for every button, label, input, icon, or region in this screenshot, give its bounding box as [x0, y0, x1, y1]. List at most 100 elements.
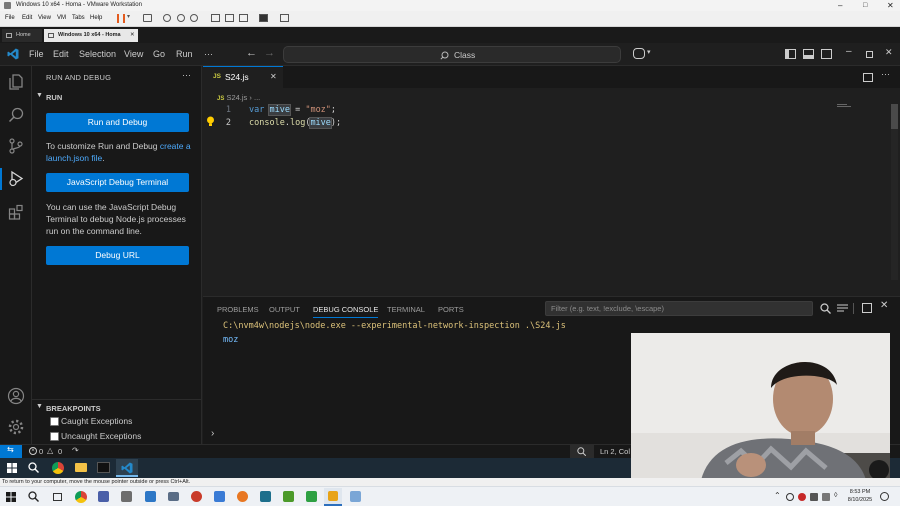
debug-url-button[interactable]: Debug URL [46, 246, 189, 265]
breadcrumb-file[interactable]: S24.js [226, 93, 247, 102]
scrollbar-thumb[interactable] [891, 104, 898, 129]
breadcrumb-symbol[interactable]: ... [254, 93, 260, 102]
more-actions-icon[interactable]: ··· [881, 69, 890, 79]
chrome-icon[interactable] [75, 491, 87, 503]
app-icon[interactable] [191, 491, 202, 502]
copilot-icon[interactable] [633, 48, 645, 59]
panel-tab[interactable]: PORTS [438, 305, 464, 314]
minimize-icon[interactable]: – [838, 0, 842, 11]
app-icon[interactable] [306, 491, 317, 502]
search-icon[interactable] [28, 491, 39, 502]
forward-arrow-icon[interactable]: → [264, 47, 275, 59]
explorer-icon[interactable] [8, 74, 24, 90]
manage-gear-icon[interactable] [7, 418, 25, 436]
split-editor-icon[interactable] [863, 73, 873, 82]
thumbnail-icon[interactable] [225, 14, 234, 22]
chevron-down-icon[interactable]: ▼ [36, 92, 43, 99]
menu-item[interactable]: Go [153, 49, 165, 59]
maximize-icon[interactable]: □ [863, 0, 867, 11]
vmware-menu-item[interactable]: View [38, 15, 51, 21]
panel-tab[interactable]: PROBLEMS [217, 305, 259, 314]
app-icon[interactable] [260, 491, 271, 502]
vmware-menu-item[interactable]: Tabs [72, 15, 85, 21]
restore-icon[interactable] [866, 51, 873, 58]
wifi-icon[interactable]: ◊ [834, 492, 837, 499]
checkbox[interactable] [50, 432, 59, 441]
editor-scrollbar[interactable] [891, 104, 898, 280]
code-line[interactable]: 1 var mive = "moz"; [203, 104, 833, 118]
app-icon[interactable] [237, 491, 248, 502]
manage-snapshots-icon[interactable] [190, 14, 198, 22]
debug-icon[interactable]: ↷ [72, 446, 79, 455]
app-icon[interactable] [145, 491, 156, 502]
filter-search-icon[interactable] [820, 303, 831, 314]
vmware-menu-item[interactable]: Help [90, 15, 102, 21]
maximize-panel-icon[interactable] [862, 303, 872, 313]
file-explorer-icon[interactable] [75, 463, 87, 472]
copilot-dropdown-icon[interactable]: ▾ [647, 48, 651, 56]
full-screen-icon[interactable] [239, 14, 248, 22]
code-line[interactable]: 2 console.log(mive); [203, 117, 833, 131]
vmware-taskbar-item[interactable] [324, 488, 342, 506]
tray-icon[interactable] [786, 493, 794, 501]
dropdown-arrow-icon[interactable]: ▾ [127, 13, 130, 20]
back-arrow-icon[interactable]: ← [246, 47, 257, 59]
terminal-icon[interactable] [97, 462, 110, 473]
error-count[interactable]: 0 [39, 447, 43, 456]
cursor-position[interactable]: Ln 2, Col [600, 447, 630, 456]
menu-item[interactable]: Selection [79, 49, 116, 59]
warning-count[interactable]: 0 [58, 447, 62, 456]
panel-tab[interactable]: OUTPUT [269, 305, 300, 314]
tray-icon[interactable] [822, 493, 830, 501]
close-panel-icon[interactable]: ✕ [880, 300, 888, 311]
pause-icon[interactable] [117, 14, 125, 23]
run-section-header[interactable]: RUN [46, 93, 62, 102]
run-and-debug-icon[interactable] [8, 170, 25, 187]
checkbox[interactable] [50, 417, 59, 426]
menu-item[interactable]: Run [176, 49, 193, 59]
vmware-menu-item[interactable]: Edit [22, 15, 32, 21]
zoom-indicator[interactable] [570, 445, 594, 458]
revert-snapshot-icon[interactable] [177, 14, 185, 22]
vscode-taskbar-item[interactable] [116, 459, 138, 477]
more-menu-icon[interactable]: ··· [204, 49, 213, 59]
close-icon[interactable]: ✕ [885, 47, 893, 58]
debug-console-filter[interactable]: Filter (e.g. text, !exclude, \escape) [545, 301, 813, 316]
minimize-icon[interactable]: – [846, 46, 852, 57]
toggle-primary-sidebar-icon[interactable] [785, 49, 796, 59]
clock[interactable]: 8:53 PM 8/10/2025 [845, 489, 875, 504]
source-control-icon[interactable] [8, 138, 24, 154]
menu-item[interactable]: Edit [53, 49, 69, 59]
app-icon[interactable] [98, 491, 109, 502]
close-icon[interactable]: ✕ [887, 0, 894, 11]
clear-console-icon[interactable] [837, 303, 848, 314]
camera-app-icon[interactable] [168, 492, 179, 501]
panel-tab[interactable]: TERMINAL [387, 305, 425, 314]
account-icon[interactable] [7, 387, 25, 405]
panel-tab[interactable]: DEBUG CONSOLE [313, 305, 379, 318]
breakpoint-caught-exceptions[interactable]: Caught Exceptions [50, 416, 200, 428]
toggle-panel-icon[interactable] [803, 49, 814, 59]
windows-start-icon[interactable] [7, 463, 17, 473]
snapshot-icon[interactable] [163, 14, 171, 22]
search-icon[interactable] [8, 107, 24, 123]
menu-item[interactable]: View [124, 49, 143, 59]
breakpoints-header[interactable]: BREAKPOINTS [46, 404, 101, 413]
extensions-icon[interactable] [8, 204, 24, 220]
windows-start-icon[interactable] [6, 492, 16, 502]
command-center-search[interactable]: Class [283, 46, 621, 63]
task-view-icon[interactable] [53, 493, 62, 501]
breakpoint-uncaught-exceptions[interactable]: Uncaught Exceptions [50, 431, 200, 443]
send-ctrl-alt-del-icon[interactable] [143, 14, 152, 22]
chevron-down-icon[interactable]: ▼ [36, 403, 43, 410]
notification-icon[interactable] [880, 492, 889, 501]
app-icon[interactable] [350, 491, 361, 502]
tab-vm[interactable]: Windows 10 x64 - Homa ✕ [44, 29, 138, 42]
tab-close-icon[interactable]: ✕ [130, 29, 135, 42]
close-tab-icon[interactable]: ✕ [270, 72, 277, 81]
vmware-menu-item[interactable]: VM [57, 15, 66, 21]
toggle-secondary-sidebar-icon[interactable] [821, 49, 832, 59]
error-icon[interactable]: × [29, 447, 37, 455]
tray-overflow-icon[interactable]: ⌃ [774, 491, 781, 500]
vmware-menu-item[interactable]: File [5, 15, 15, 21]
